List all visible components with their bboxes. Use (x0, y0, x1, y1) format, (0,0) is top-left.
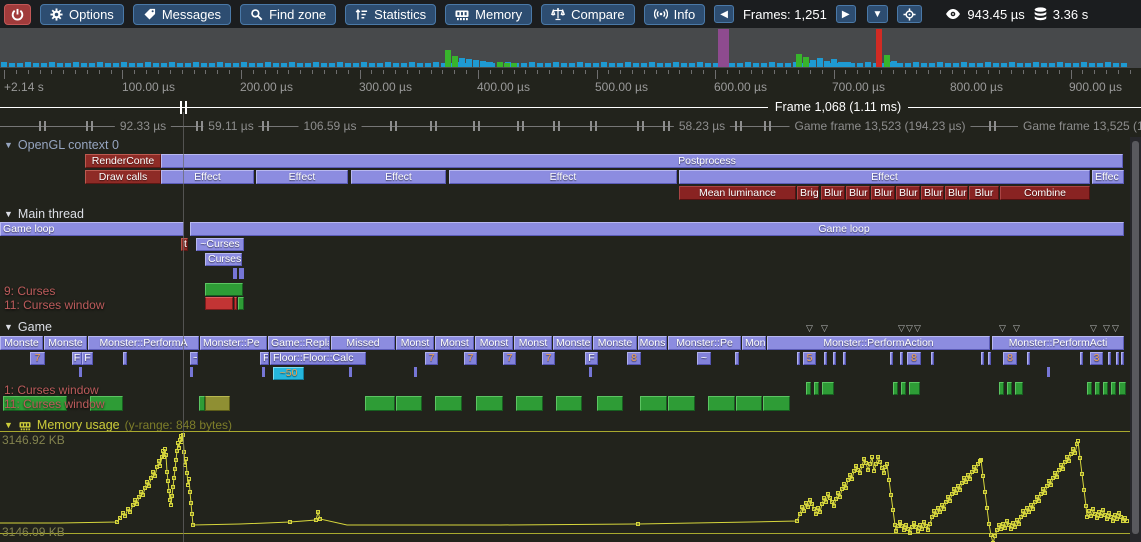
track-label: 11: Curses window (4, 397, 105, 411)
track-label: 1: Curses window (4, 383, 99, 397)
memory-plot[interactable] (0, 0, 1141, 542)
tracy-profiler-window: Options Messages Find zone Statistics Me… (0, 0, 1141, 542)
track-label: 9: Curses (4, 284, 55, 298)
frame-boundary-line (183, 112, 184, 542)
track-label: 11: Curses window (4, 298, 105, 312)
scrollbar-thumb[interactable] (1132, 141, 1139, 534)
vertical-scrollbar[interactable] (1130, 137, 1141, 542)
